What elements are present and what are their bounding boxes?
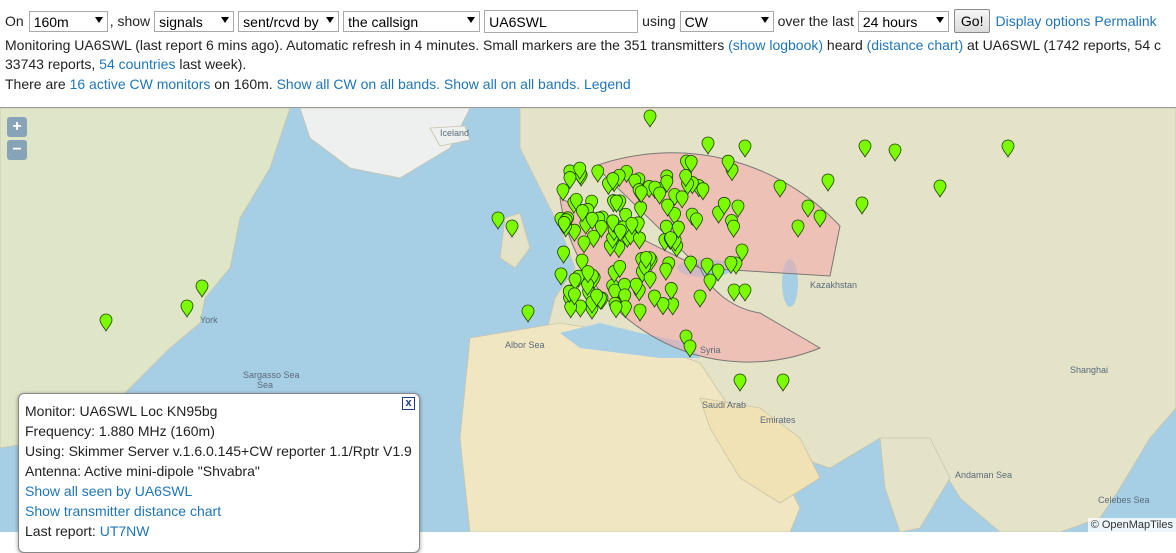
- status-line-1: Monitoring UA6SWL (last report 6 mins ag…: [5, 37, 1161, 53]
- chevron-down-icon: [221, 16, 230, 23]
- show-all-seen-link[interactable]: Show all seen by UA6SWL: [25, 483, 192, 499]
- status-line-2: 33743 reports, 54 countries last week).: [5, 56, 246, 72]
- map-label: Sea: [257, 380, 273, 390]
- popup-frequency: Frequency: 1.880 MHz (160m): [25, 423, 215, 439]
- map-label: Emirates: [760, 415, 796, 425]
- status-line-3: There are 16 active CW monitors on 160m.…: [5, 76, 631, 92]
- map-label: Saudi Arab: [702, 400, 746, 410]
- distance-chart-link[interactable]: (distance chart): [867, 37, 963, 53]
- status-text: heard: [823, 37, 867, 53]
- show-select[interactable]: signals: [154, 10, 235, 32]
- map-label: Shanghai: [1070, 365, 1108, 375]
- target-value: the callsign: [348, 13, 419, 30]
- map-label: Kazakhstan: [810, 280, 857, 290]
- map-label: York: [200, 315, 218, 325]
- show-all-link[interactable]: Show all on all bands.: [444, 76, 580, 92]
- monitor-popup: x Monitor: UA6SWL Loc KN95bg Frequency: …: [18, 393, 420, 553]
- transmitter-marker[interactable]: [521, 304, 535, 323]
- show-all-cw-link[interactable]: Show all CW on all bands.: [277, 76, 440, 92]
- using-label: using: [642, 13, 676, 29]
- callsign-input[interactable]: UA6SWL: [484, 9, 639, 33]
- close-icon[interactable]: x: [402, 397, 415, 410]
- direction-value: sent/rcvd by: [243, 13, 319, 30]
- status-text: at UA6SWL (1742 reports, 54 c: [963, 37, 1162, 53]
- status-text: Monitoring UA6SWL (last report 6 mins ag…: [5, 37, 729, 53]
- last-report-label: Last report:: [25, 523, 100, 539]
- last-report-link[interactable]: UT7NW: [100, 523, 150, 539]
- popup-last-report: Last report: UT7NW: [25, 521, 413, 541]
- popup-monitor: Monitor: UA6SWL Loc KN95bg: [25, 403, 218, 419]
- mode-select[interactable]: CW: [679, 10, 774, 32]
- show-distance-chart-link[interactable]: Show transmitter distance chart: [25, 503, 221, 519]
- status-text: last week).: [175, 56, 247, 72]
- chevron-down-icon: [760, 16, 769, 23]
- legend-link[interactable]: Legend: [584, 76, 631, 92]
- map-label: Celebes Sea: [1098, 495, 1150, 505]
- on-label: On: [5, 13, 24, 29]
- status-text: on 160m.: [210, 76, 277, 92]
- map-label: Albor Sea: [505, 340, 545, 350]
- target-select[interactable]: the callsign: [343, 10, 481, 32]
- query-toolbar: On 160m , show signals sent/rcvd by the …: [5, 9, 1157, 33]
- zoom-out-button[interactable]: −: [7, 140, 27, 160]
- show-label: , show: [109, 13, 151, 29]
- go-button[interactable]: Go!: [953, 9, 991, 33]
- direction-select[interactable]: sent/rcvd by: [238, 10, 340, 32]
- chevron-down-icon: [94, 16, 103, 23]
- transmitter-marker[interactable]: [557, 245, 570, 264]
- show-value: signals: [159, 13, 203, 30]
- chevron-down-icon: [935, 16, 944, 23]
- countries-link[interactable]: 54 countries: [99, 56, 175, 72]
- map-label: Sargasso Sea: [243, 370, 300, 380]
- band-value: 160m: [33, 13, 69, 30]
- zoom-in-button[interactable]: +: [7, 117, 27, 137]
- mode-value: CW: [684, 13, 708, 30]
- show-logbook-link[interactable]: (show logbook): [728, 37, 823, 53]
- period-value: 24 hours: [862, 13, 918, 30]
- status-text: There are: [5, 76, 70, 92]
- status-text: 33743 reports,: [5, 56, 100, 72]
- chevron-down-icon: [467, 16, 476, 23]
- map-label: Syria: [700, 345, 721, 355]
- period-select[interactable]: 24 hours: [857, 10, 949, 32]
- map-attribution[interactable]: © OpenMapTiles: [1087, 518, 1176, 532]
- transmitter-marker[interactable]: [491, 211, 505, 230]
- map-label: Iceland: [440, 128, 469, 138]
- attribution-text: © OpenMapTiles: [1090, 519, 1173, 531]
- active-monitors-link[interactable]: 16 active CW monitors: [70, 76, 211, 92]
- popup-antenna: Antenna: Active mini-dipole "Shvabra": [25, 463, 260, 479]
- permalink-link[interactable]: Permalink: [1094, 13, 1156, 29]
- band-select[interactable]: 160m: [28, 10, 108, 32]
- popup-using: Using: Skimmer Server v.1.6.0.145+CW rep…: [25, 443, 412, 459]
- over-label: over the last: [777, 13, 854, 29]
- chevron-down-icon: [326, 16, 335, 23]
- display-options-link[interactable]: Display options: [995, 13, 1090, 29]
- map-label: Andaman Sea: [955, 470, 1012, 480]
